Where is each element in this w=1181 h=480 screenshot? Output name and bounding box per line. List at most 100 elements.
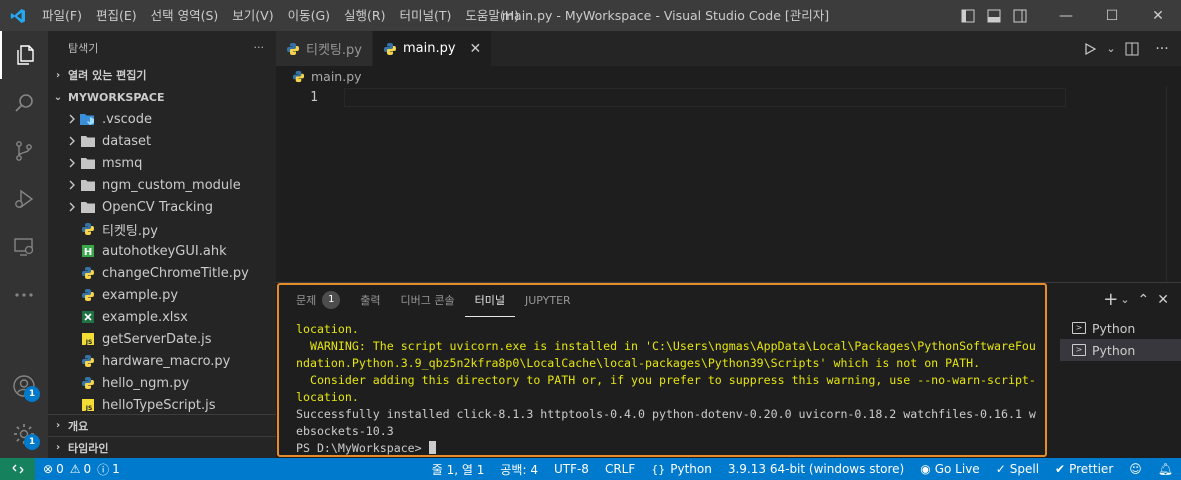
search-icon[interactable] [0,79,48,127]
remote-indicator-icon[interactable] [0,458,35,480]
source-control-icon[interactable] [0,127,48,175]
file-item[interactable]: 티켓팅.py [48,218,276,240]
timeline-section[interactable]: › 타임라인 [48,436,276,458]
chevron-right-icon: › [55,69,61,81]
tab-main-py[interactable]: main.py ✕ [372,31,493,66]
panel-tab[interactable]: 출력 [350,283,390,317]
python-interpreter[interactable]: 3.9.13 64-bit (windows store) [720,458,912,480]
file-item[interactable]: JS getServerDate.js [48,328,276,350]
file-label: example.xlsx [102,309,188,325]
terminal-icon: > [1072,344,1086,356]
chevron-right-icon [64,114,80,124]
split-editor-icon[interactable] [1121,38,1143,60]
terminal-prompt-line[interactable]: PS D:\MyWorkspace> [296,440,1042,457]
more-icon[interactable] [0,271,48,319]
folder-item[interactable]: msmq [48,152,276,174]
close-panel-button[interactable]: ✕ [1157,292,1169,308]
menu-item[interactable]: 보기(V) [225,0,280,31]
toggle-panel-icon[interactable] [983,5,1005,27]
file-item[interactable]: example.py [48,284,276,306]
toggle-secondary-sidebar-icon[interactable] [1009,5,1031,27]
chevron-right-icon: › [55,420,61,431]
folder-label: OpenCV Tracking [102,199,213,215]
file-label: autohotkeyGUI.ahk [102,243,227,259]
tab-ticketing[interactable]: 티켓팅.py [276,31,373,66]
close-window-button[interactable]: ✕ [1135,0,1181,31]
panel-tab[interactable]: JUPYTER [515,283,581,317]
error-icon: ⊗ [43,462,54,476]
language-mode[interactable]: {} Python [643,458,720,480]
outline-label: 개요 [68,419,89,433]
code-editor[interactable]: 1 [276,86,1181,282]
encoding[interactable]: UTF-8 [546,458,597,480]
maximize-button[interactable]: ☐ [1089,0,1135,31]
folder-item[interactable]: ngm_custom_module [48,174,276,196]
breadcrumb[interactable]: main.py [276,66,1181,86]
end-of-line[interactable]: CRLF [597,458,643,480]
menu-item[interactable]: 이동(G) [281,0,337,31]
prettier-status[interactable]: ✔ Prettier [1047,458,1121,480]
terminal-cursor [428,441,436,454]
panel-tab[interactable]: 문제 1 [286,283,350,317]
problems-status[interactable]: ⊗ 0 ⚠ 0 ⓘ 1 [35,458,128,480]
spell-check[interactable]: ✓ Spell [988,458,1047,480]
go-live-button[interactable]: ◉ Go Live [912,458,987,480]
file-item[interactable]: JS helloTypeScript.js [48,394,276,416]
explorer-icon[interactable] [0,31,48,79]
broadcast-icon: ◉ [920,462,931,476]
file-item[interactable]: hello_ngm.py [48,372,276,394]
problems-count-badge: 1 [322,291,341,309]
terminal-line: Successfully installed click-8.1.3 httpt… [296,407,1036,421]
terminal-output[interactable]: location. WARNING: The script uvicorn.ex… [296,321,1042,457]
file-label: getServerDate.js [102,331,212,347]
remote-explorer-icon[interactable] [0,223,48,271]
notifications-bell-icon[interactable]: 🔔︎ [1150,458,1181,480]
menu-item[interactable]: 도움말(H) [458,0,526,31]
tab-close-button[interactable]: ✕ [470,41,482,57]
vscode-logo-icon [0,0,35,31]
file-item[interactable]: HautohotkeyGUI.ahk [48,240,276,262]
maximize-panel-icon[interactable]: ⌃ [1138,292,1150,308]
panel-tabs: 문제 1 출력 디버그 콘솔 터미널 JUPYTER [286,283,581,317]
minimize-button[interactable]: — [1043,0,1089,31]
new-terminal-button[interactable]: + [1103,289,1118,310]
folder-item[interactable]: .vscode [48,108,276,130]
file-item[interactable]: hardware_macro.py [48,350,276,372]
cursor-position[interactable]: 줄 1, 열 1 [424,458,493,480]
tab-label: 티켓팅.py [306,43,362,58]
menu-item[interactable]: 선택 영역(S) [144,0,226,31]
panel-tab[interactable]: 터미널 [464,283,515,317]
menu-item[interactable]: 터미널(T) [393,0,459,31]
terminal-instance[interactable]: > Python [1060,339,1181,361]
workspace-section[interactable]: ⌄ MYWORKSPACE [48,86,276,108]
toggle-sidebar-icon[interactable] [957,5,979,27]
file-item[interactable]: changeChromeTitle.py [48,262,276,284]
open-editors-section[interactable]: › 열려 있는 편집기 [48,64,276,86]
feedback-icon[interactable]: ☺ [1121,458,1150,480]
account-icon[interactable]: 1 [0,362,48,410]
terminal-dropdown-icon[interactable]: ⌄ [1120,293,1129,306]
menu-item[interactable]: 파일(F) [35,0,89,31]
run-file-button[interactable] [1079,38,1101,60]
python-file-icon [80,353,96,369]
folder-item[interactable]: dataset [48,130,276,152]
menu-item[interactable]: 편집(E) [89,0,144,31]
indentation[interactable]: 공백: 4 [492,458,546,480]
minimap-edge [1166,86,1167,282]
run-debug-icon[interactable] [0,175,48,223]
panel-tab[interactable]: 디버그 콘솔 [391,283,465,317]
outline-section[interactable]: › 개요 [48,414,276,436]
file-item[interactable]: example.xlsx [48,306,276,328]
more-actions-button[interactable]: ··· [1147,38,1177,60]
braces-icon: {} [651,462,666,476]
menu-item[interactable]: 실행(R) [337,0,392,31]
sidebar-more-button[interactable]: ··· [254,41,265,54]
run-dropdown-icon[interactable]: ⌄ [1105,38,1117,60]
terminal-list: > Python > Python [1060,317,1181,361]
terminal-instance[interactable]: > Python [1060,317,1181,339]
folder-icon [80,155,96,171]
autohotkey-file-icon: H [80,243,96,259]
folder-item[interactable]: OpenCV Tracking [48,196,276,218]
manage-gear-icon[interactable]: 1 [0,410,48,458]
chevron-right-icon [64,202,80,212]
